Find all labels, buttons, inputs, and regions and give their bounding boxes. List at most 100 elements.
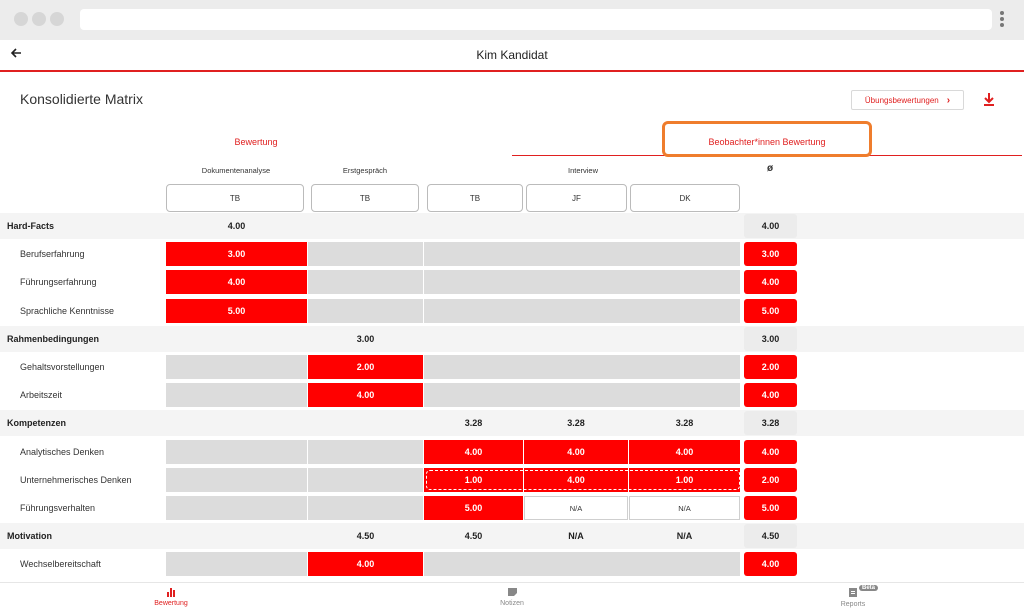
score-cell[interactable]	[166, 467, 307, 492]
average-cell: 4.00	[744, 383, 797, 408]
uebungsbewertungen-button[interactable]: Übungsbewertungen ›	[851, 90, 964, 110]
criterion-row: Unternehmerisches Denken 1.00 4.00 1.00 2.00	[0, 467, 1024, 493]
criterion-label: Gehaltsvorstellungen	[20, 362, 105, 372]
observer-chip[interactable]: JF	[526, 184, 627, 212]
score-cell: 3.28	[675, 418, 694, 429]
score-cell	[629, 214, 740, 238]
score-cell[interactable]	[308, 439, 423, 464]
score-cell	[629, 327, 740, 351]
window-close-dot[interactable]	[14, 12, 28, 26]
bar-chart-icon	[167, 588, 175, 597]
score-cell[interactable]	[308, 298, 423, 323]
window-maximize-dot[interactable]	[50, 12, 64, 26]
score-cell[interactable]	[308, 242, 423, 267]
criterion-row: Berufserfahrung 3.00 3.00	[0, 241, 1024, 267]
observer-chip[interactable]: TB	[427, 184, 523, 212]
average-cell: 4.00	[744, 214, 797, 238]
tab-bewertung[interactable]: Bewertung	[0, 128, 512, 156]
observer-chip[interactable]: DK	[630, 184, 740, 212]
score-cell[interactable]: N/A	[629, 496, 740, 520]
score-cell: 4.50	[464, 531, 483, 542]
criterion-row: Führungsverhalten 5.00 N/A N/A 5.00	[0, 495, 1024, 521]
score-cell[interactable]: 1.00	[629, 467, 740, 492]
average-cell: 3.28	[744, 411, 797, 436]
criterion-label: Führungserfahrung	[20, 277, 97, 288]
score-cell[interactable]: 4.00	[424, 439, 523, 464]
score-cell[interactable]: 4.00	[629, 439, 740, 464]
score-cell[interactable]	[166, 383, 307, 408]
browser-chrome	[0, 0, 1024, 40]
score-cell[interactable]	[166, 552, 307, 577]
criterion-label: Berufserfahrung	[20, 249, 85, 260]
group-label: Kompetenzen	[7, 418, 67, 429]
criterion-label: Sprachliche Kenntnisse	[20, 305, 115, 316]
score-cell[interactable]: 4.00	[308, 552, 423, 577]
report-icon	[849, 588, 857, 597]
chevron-right-icon: ›	[946, 94, 951, 106]
criterion-label: Wechselbereitschaft	[20, 559, 101, 570]
score-cell[interactable]: 1.00	[424, 467, 523, 492]
score-cell	[308, 214, 423, 238]
score-cell[interactable]	[308, 270, 423, 295]
average-cell: 3.00	[744, 242, 797, 267]
score-cell[interactable]	[424, 242, 740, 267]
score-cell	[308, 411, 423, 435]
criterion-row: Arbeitszeit 4.00 4.00	[0, 382, 1024, 408]
score-cell[interactable]	[424, 383, 740, 408]
nav-bewertung-label: Bewertung	[154, 600, 188, 607]
score-cell	[166, 411, 307, 435]
beta-badge: Beta	[859, 585, 879, 591]
score-cell[interactable]: N/A	[524, 496, 628, 520]
tab-highlight-frame	[662, 121, 872, 157]
browser-menu-icon[interactable]	[998, 11, 1006, 29]
download-icon[interactable]	[982, 92, 996, 108]
average-cell: 4.00	[744, 552, 797, 577]
group-row: Hard-Facts 4.00 4.00	[0, 213, 1024, 239]
average-cell: 4.00	[744, 270, 797, 295]
score-cell: 3.00	[356, 333, 375, 344]
criterion-row: Analytisches Denken 4.00 4.00 4.00 4.00	[0, 439, 1024, 465]
criterion-row: Gehaltsvorstellungen 2.00 2.00	[0, 354, 1024, 380]
score-cell[interactable]: 5.00	[424, 496, 523, 520]
criterion-label: Arbeitszeit	[20, 390, 63, 401]
app-header: Kim Kandidat	[0, 40, 1024, 72]
average-cell: 3.00	[744, 326, 797, 351]
observer-chip[interactable]: TB	[311, 184, 419, 212]
score-cell[interactable]	[424, 270, 740, 295]
score-cell[interactable]	[166, 496, 307, 520]
average-cell: 2.00	[744, 355, 797, 379]
score-cell[interactable]	[166, 439, 307, 464]
note-icon	[507, 588, 517, 596]
score-cell[interactable]	[424, 355, 740, 379]
score-cell[interactable]	[308, 467, 423, 492]
score-cell[interactable]: 4.00	[166, 270, 307, 295]
group-row: Motivation 4.50 4.50 N/A N/A 4.50	[0, 523, 1024, 550]
score-cell[interactable]	[424, 552, 740, 577]
observer-chip[interactable]: TB	[166, 184, 304, 212]
score-cell[interactable]: 4.00	[524, 467, 628, 492]
address-bar[interactable]	[80, 9, 992, 30]
score-cell[interactable]: 5.00	[166, 298, 307, 323]
score-cell[interactable]	[166, 355, 307, 379]
nav-bewertung[interactable]: Bewertung	[111, 587, 231, 607]
score-cell[interactable]	[308, 496, 423, 520]
score-cell[interactable]: 4.00	[308, 383, 423, 408]
column-dokumentenanalyse: Dokumentenanalyse	[201, 166, 271, 175]
page-title: Konsolidierte Matrix	[20, 91, 143, 107]
score-cell[interactable]: 2.00	[308, 355, 423, 379]
score-cell	[166, 327, 307, 351]
nav-reports-label: Reports	[840, 601, 866, 608]
score-cell	[524, 327, 628, 351]
criterion-row: Führungserfahrung 4.00 4.00	[0, 269, 1024, 295]
window-minimize-dot[interactable]	[32, 12, 46, 26]
score-cell[interactable]: 4.00	[524, 439, 628, 464]
score-cell[interactable]: 3.00	[166, 242, 307, 267]
column-average: ø	[766, 163, 774, 174]
average-cell: 5.00	[744, 496, 797, 520]
score-cell[interactable]	[424, 298, 740, 323]
column-erstgespraech: Erstgespräch	[342, 166, 388, 175]
nav-notizen[interactable]: Notizen	[452, 587, 572, 607]
score-cell: N/A	[568, 531, 584, 542]
nav-reports[interactable]: Beta Reports	[793, 585, 913, 608]
score-cell	[166, 524, 307, 548]
